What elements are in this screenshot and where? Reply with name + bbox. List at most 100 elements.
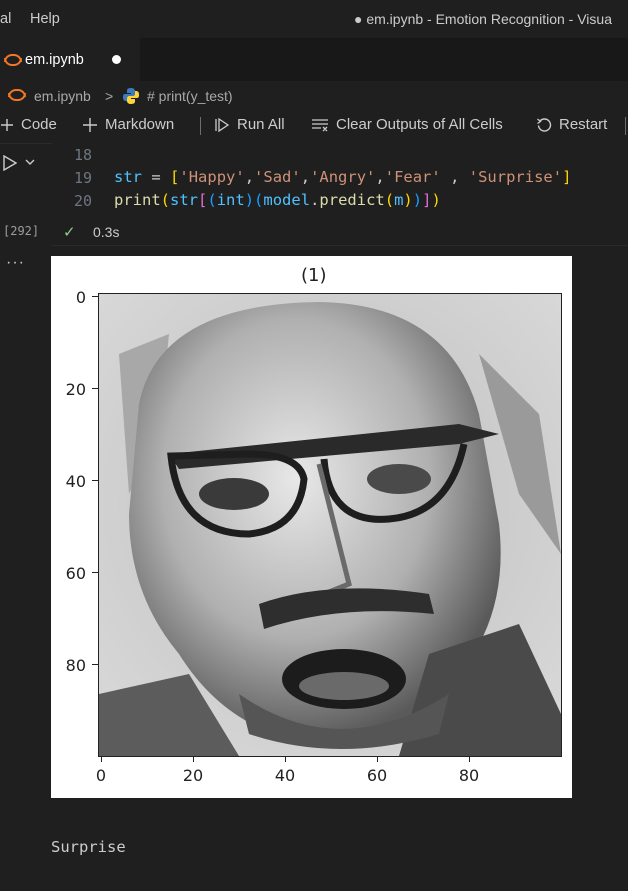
y-tick (92, 480, 98, 481)
code-bracket: ) (244, 191, 255, 209)
execution-time: 0.3s (93, 224, 120, 240)
code-punctuation (161, 168, 170, 186)
y-tick (92, 388, 98, 389)
code-punctuation: . (310, 191, 320, 209)
y-tick-label: 0 (75, 288, 86, 307)
run-all-icon (215, 117, 230, 132)
add-code-label: Code (21, 116, 57, 133)
run-all-label: Run All (237, 116, 285, 133)
code-punctuation: , (375, 168, 385, 186)
y-tick-label: 80 (65, 656, 86, 675)
code-function: print (114, 191, 161, 209)
x-tick (101, 756, 102, 762)
x-tick-label: 0 (95, 766, 107, 785)
x-tick-label: 40 (274, 766, 296, 785)
breadcrumb-file[interactable]: em.ipynb (34, 88, 91, 104)
y-tick (92, 296, 98, 297)
code-punctuation: , (244, 168, 255, 186)
code-punctuation: = (151, 168, 161, 186)
code-bracket: ] (562, 168, 572, 186)
restart-label: Restart (559, 116, 608, 133)
y-tick-label: 20 (65, 380, 86, 399)
code-punctuation: , (300, 168, 311, 186)
menu-help[interactable]: Help (30, 11, 60, 27)
code-bracket: ) (412, 191, 423, 209)
code-bracket: ) (403, 191, 413, 209)
plus-icon (1, 118, 13, 131)
tab-label: em.ipynb (25, 52, 84, 68)
code-line[interactable]: print(str[(int)(model.predict(m))]) (114, 191, 441, 209)
code-bracket: ( (384, 191, 395, 209)
output-more-icon[interactable]: ··· (6, 254, 25, 272)
face-image (98, 293, 562, 757)
unsaved-dot-icon[interactable] (112, 55, 121, 64)
code-punctuation (142, 168, 151, 186)
restart-button[interactable]: Restart (536, 116, 607, 133)
code-bracket: ( (254, 191, 264, 209)
code-identifier: int (216, 191, 245, 209)
code-string: 'Fear' (384, 168, 441, 186)
y-tick (92, 664, 98, 665)
tab-em-ipynb[interactable]: em.ipynb (0, 38, 140, 81)
code-string: 'Sad' (254, 168, 301, 186)
code-bracket: [ (170, 168, 180, 186)
x-tick (377, 756, 378, 762)
code-bracket: ( (207, 191, 217, 209)
code-punctuation (459, 168, 468, 186)
code-identifier: str (170, 191, 199, 209)
execution-count: [292] (3, 224, 40, 238)
x-tick (469, 756, 470, 762)
cell-stdout: Surprise (51, 838, 126, 856)
code-string: 'Surprise' (468, 168, 563, 186)
add-markdown-label: Markdown (105, 116, 175, 133)
menu-terminal-partial[interactable]: al (0, 11, 11, 27)
python-icon (123, 88, 139, 104)
restart-icon (537, 117, 552, 132)
x-tick (285, 756, 286, 762)
line-number: 20 (74, 192, 93, 210)
add-markdown-cell-button[interactable]: Markdown (82, 116, 174, 133)
jupyter-icon (3, 54, 22, 66)
x-tick-label: 80 (458, 766, 480, 785)
y-tick-label: 60 (65, 564, 86, 583)
success-check-icon: ✓ (63, 224, 76, 241)
code-line[interactable]: str = ['Happy','Sad','Angry','Fear' , 'S… (114, 168, 571, 186)
code-bracket: ( (160, 191, 171, 209)
clear-outputs-label: Clear Outputs of All Cells (336, 116, 503, 133)
run-cell-icon[interactable] (3, 155, 17, 171)
code-identifier: str (114, 168, 142, 186)
plus-icon (83, 117, 97, 132)
line-number: 19 (74, 169, 93, 187)
title-bar: al Help ● em.ipynb - Emotion Recognition… (0, 0, 628, 38)
x-tick-label: 20 (182, 766, 204, 785)
y-tick-label: 40 (65, 472, 86, 491)
notebook-toolbar: Code Markdown Run All Clear Outputs of A… (0, 109, 628, 144)
breadcrumb-symbol[interactable]: # print(y_test) (147, 88, 233, 104)
cell-divider (52, 245, 628, 246)
y-tick (92, 572, 98, 573)
output-figure: (1) 0 20 40 60 80 0 20 40 60 80 (51, 256, 572, 798)
code-string: 'Angry' (310, 168, 376, 186)
toolbar-separator (625, 117, 626, 135)
line-number: 18 (74, 146, 93, 164)
add-code-cell-button[interactable]: Code (0, 116, 57, 133)
code-cell[interactable]: 18 19 20 str = ['Happy','Sad','Angry','F… (52, 143, 628, 245)
code-punctuation (441, 168, 450, 186)
x-tick-label: 60 (366, 766, 388, 785)
clear-outputs-button[interactable]: Clear Outputs of All Cells (311, 116, 503, 133)
x-tick (193, 756, 194, 762)
code-function: predict (319, 191, 385, 209)
toolbar-separator (200, 117, 201, 135)
code-identifier: model (263, 191, 311, 209)
plot-title: (1) (301, 265, 327, 286)
run-all-button[interactable]: Run All (214, 116, 285, 133)
tab-bar: em.ipynb (0, 38, 628, 81)
window-title: ● em.ipynb - Emotion Recognition - Visua (354, 11, 612, 27)
breadcrumb: em.ipynb > # print(y_test) (0, 81, 628, 109)
jupyter-icon (7, 89, 26, 101)
face-image-svg (99, 294, 561, 756)
clear-all-icon (312, 118, 328, 131)
chevron-down-icon[interactable] (24, 157, 36, 167)
breadcrumb-separator: > (105, 88, 114, 104)
code-bracket: ) (431, 191, 441, 209)
